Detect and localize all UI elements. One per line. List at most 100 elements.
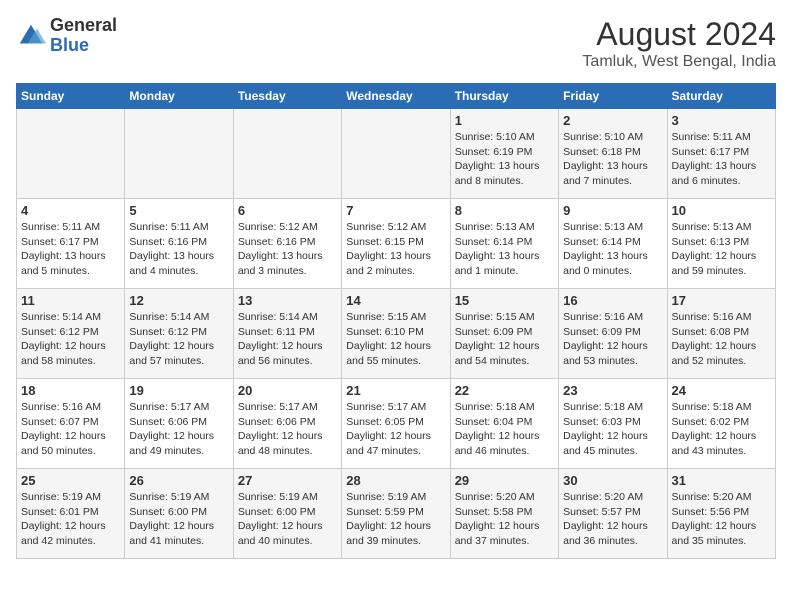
header-row: SundayMondayTuesdayWednesdayThursdayFrid… xyxy=(17,84,776,109)
day-cell xyxy=(233,109,341,199)
day-cell: 21Sunrise: 5:17 AM Sunset: 6:05 PM Dayli… xyxy=(342,379,450,469)
day-info: Sunrise: 5:11 AM Sunset: 6:16 PM Dayligh… xyxy=(129,220,228,279)
day-cell: 6 Sunrise: 5:12 AM Sunset: 6:16 PM Daylig… xyxy=(233,199,341,289)
day-cell: 31 Sunrise: 5:20 AM Sunset: 5:56 PM Dayli… xyxy=(667,469,775,559)
week-row-2: 4 Sunrise: 5:11 AM Sunset: 6:17 PM Daylig… xyxy=(17,199,776,289)
day-cell xyxy=(17,109,125,199)
day-number: 16 xyxy=(563,293,662,308)
day-number: 6 xyxy=(238,203,337,218)
day-number: 26 xyxy=(129,473,228,488)
day-cell: 22Sunrise: 5:18 AM Sunset: 6:04 PM Dayli… xyxy=(450,379,558,469)
day-info: Sunrise: 5:16 AM Sunset: 6:07 PM Dayligh… xyxy=(21,400,120,459)
day-cell: 17 Sunrise: 5:16 AM Sunset: 6:08 PM Dayli… xyxy=(667,289,775,379)
day-cell: 9Sunrise: 5:13 AM Sunset: 6:14 PM Daylig… xyxy=(559,199,667,289)
day-info: Sunrise: 5:10 AM Sunset: 6:19 PM Dayligh… xyxy=(455,130,554,189)
day-info: Sunrise: 5:19 AM Sunset: 6:01 PM Dayligh… xyxy=(21,490,120,549)
day-cell xyxy=(125,109,233,199)
day-number: 5 xyxy=(129,203,228,218)
day-number: 13 xyxy=(238,293,337,308)
day-number: 19 xyxy=(129,383,228,398)
day-cell: 5 Sunrise: 5:11 AM Sunset: 6:16 PM Daylig… xyxy=(125,199,233,289)
day-cell: 12 Sunrise: 5:14 AM Sunset: 6:12 PM Dayli… xyxy=(125,289,233,379)
day-cell xyxy=(342,109,450,199)
day-info: Sunrise: 5:13 AM Sunset: 6:13 PM Dayligh… xyxy=(672,220,771,279)
day-header-thursday: Thursday xyxy=(450,84,558,109)
day-number: 20 xyxy=(238,383,337,398)
logo-line1: General xyxy=(50,16,117,36)
day-cell: 11 Sunrise: 5:14 AM Sunset: 6:12 PM Dayli… xyxy=(17,289,125,379)
day-info: Sunrise: 5:11 AM Sunset: 6:17 PM Dayligh… xyxy=(21,220,120,279)
day-cell: 8 Sunrise: 5:13 AM Sunset: 6:14 PM Daylig… xyxy=(450,199,558,289)
day-number: 10 xyxy=(672,203,771,218)
day-info: Sunrise: 5:20 AM Sunset: 5:58 PM Dayligh… xyxy=(455,490,554,549)
calendar-title: August 2024 xyxy=(582,16,776,53)
day-info: Sunrise: 5:18 AM Sunset: 6:04 PM Dayligh… xyxy=(455,400,554,459)
day-info: Sunrise: 5:15 AM Sunset: 6:09 PM Dayligh… xyxy=(455,310,554,369)
title-block: August 2024 Tamluk, West Bengal, India xyxy=(582,16,776,71)
day-cell: 20Sunrise: 5:17 AM Sunset: 6:06 PM Dayli… xyxy=(233,379,341,469)
day-cell: 3 Sunrise: 5:11 AM Sunset: 6:17 PM Daylig… xyxy=(667,109,775,199)
page-header: General Blue August 2024 Tamluk, West Be… xyxy=(16,16,776,71)
day-cell: 16 Sunrise: 5:16 AM Sunset: 6:09 PM Dayli… xyxy=(559,289,667,379)
day-header-sunday: Sunday xyxy=(17,84,125,109)
logo-line2: Blue xyxy=(50,36,117,56)
day-info: Sunrise: 5:19 AM Sunset: 6:00 PM Dayligh… xyxy=(238,490,337,549)
day-number: 12 xyxy=(129,293,228,308)
calendar-table: SundayMondayTuesdayWednesdayThursdayFrid… xyxy=(16,83,776,559)
day-info: Sunrise: 5:20 AM Sunset: 5:56 PM Dayligh… xyxy=(672,490,771,549)
day-info: Sunrise: 5:14 AM Sunset: 6:12 PM Dayligh… xyxy=(21,310,120,369)
day-number: 8 xyxy=(455,203,554,218)
day-info: Sunrise: 5:13 AM Sunset: 6:14 PM Dayligh… xyxy=(455,220,554,279)
day-info: Sunrise: 5:12 AM Sunset: 6:15 PM Dayligh… xyxy=(346,220,445,279)
day-header-wednesday: Wednesday xyxy=(342,84,450,109)
day-info: Sunrise: 5:10 AM Sunset: 6:18 PM Dayligh… xyxy=(563,130,662,189)
day-number: 31 xyxy=(672,473,771,488)
day-cell: 19Sunrise: 5:17 AM Sunset: 6:06 PM Dayli… xyxy=(125,379,233,469)
logo: General Blue xyxy=(16,16,117,56)
day-cell: 28 Sunrise: 5:19 AM Sunset: 5:59 PM Dayli… xyxy=(342,469,450,559)
day-number: 4 xyxy=(21,203,120,218)
calendar-subtitle: Tamluk, West Bengal, India xyxy=(582,53,776,71)
day-cell: 26 Sunrise: 5:19 AM Sunset: 6:00 PM Dayli… xyxy=(125,469,233,559)
day-number: 1 xyxy=(455,113,554,128)
day-info: Sunrise: 5:12 AM Sunset: 6:16 PM Dayligh… xyxy=(238,220,337,279)
day-number: 23 xyxy=(563,383,662,398)
day-cell: 23 Sunrise: 5:18 AM Sunset: 6:03 PM Dayli… xyxy=(559,379,667,469)
day-cell: 15Sunrise: 5:15 AM Sunset: 6:09 PM Dayli… xyxy=(450,289,558,379)
day-number: 29 xyxy=(455,473,554,488)
week-row-3: 11 Sunrise: 5:14 AM Sunset: 6:12 PM Dayli… xyxy=(17,289,776,379)
day-info: Sunrise: 5:14 AM Sunset: 6:11 PM Dayligh… xyxy=(238,310,337,369)
day-number: 27 xyxy=(238,473,337,488)
day-header-tuesday: Tuesday xyxy=(233,84,341,109)
day-info: Sunrise: 5:11 AM Sunset: 6:17 PM Dayligh… xyxy=(672,130,771,189)
day-number: 2 xyxy=(563,113,662,128)
day-header-monday: Monday xyxy=(125,84,233,109)
day-header-friday: Friday xyxy=(559,84,667,109)
day-info: Sunrise: 5:16 AM Sunset: 6:09 PM Dayligh… xyxy=(563,310,662,369)
day-cell: 10 Sunrise: 5:13 AM Sunset: 6:13 PM Dayli… xyxy=(667,199,775,289)
day-number: 30 xyxy=(563,473,662,488)
day-cell: 30 Sunrise: 5:20 AM Sunset: 5:57 PM Dayli… xyxy=(559,469,667,559)
day-header-saturday: Saturday xyxy=(667,84,775,109)
day-info: Sunrise: 5:20 AM Sunset: 5:57 PM Dayligh… xyxy=(563,490,662,549)
day-number: 28 xyxy=(346,473,445,488)
day-cell: 7Sunrise: 5:12 AM Sunset: 6:15 PM Daylig… xyxy=(342,199,450,289)
day-number: 25 xyxy=(21,473,120,488)
day-cell: 2 Sunrise: 5:10 AM Sunset: 6:18 PM Daylig… xyxy=(559,109,667,199)
day-info: Sunrise: 5:18 AM Sunset: 6:03 PM Dayligh… xyxy=(563,400,662,459)
day-info: Sunrise: 5:19 AM Sunset: 5:59 PM Dayligh… xyxy=(346,490,445,549)
day-number: 17 xyxy=(672,293,771,308)
day-info: Sunrise: 5:19 AM Sunset: 6:00 PM Dayligh… xyxy=(129,490,228,549)
day-cell: 14Sunrise: 5:15 AM Sunset: 6:10 PM Dayli… xyxy=(342,289,450,379)
day-number: 3 xyxy=(672,113,771,128)
logo-icon xyxy=(16,21,46,51)
day-info: Sunrise: 5:13 AM Sunset: 6:14 PM Dayligh… xyxy=(563,220,662,279)
day-info: Sunrise: 5:16 AM Sunset: 6:08 PM Dayligh… xyxy=(672,310,771,369)
day-cell: 24Sunrise: 5:18 AM Sunset: 6:02 PM Dayli… xyxy=(667,379,775,469)
day-info: Sunrise: 5:15 AM Sunset: 6:10 PM Dayligh… xyxy=(346,310,445,369)
day-number: 11 xyxy=(21,293,120,308)
day-cell: 25 Sunrise: 5:19 AM Sunset: 6:01 PM Dayli… xyxy=(17,469,125,559)
week-row-5: 25 Sunrise: 5:19 AM Sunset: 6:01 PM Dayli… xyxy=(17,469,776,559)
logo-text: General Blue xyxy=(50,16,117,56)
day-info: Sunrise: 5:14 AM Sunset: 6:12 PM Dayligh… xyxy=(129,310,228,369)
